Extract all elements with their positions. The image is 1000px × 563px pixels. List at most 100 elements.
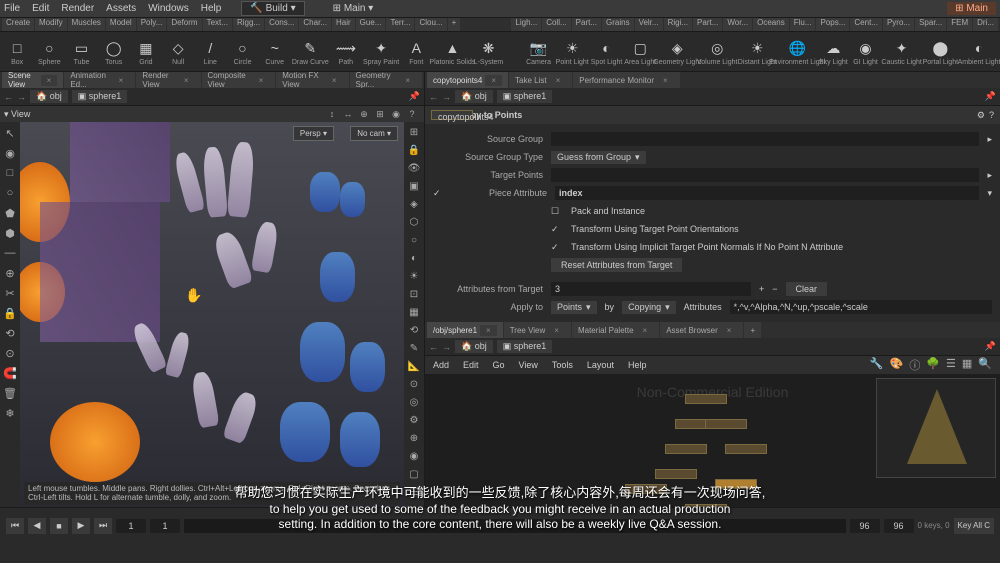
attrs-from-target-field[interactable]: 3 (551, 282, 751, 296)
shelf-item-grid[interactable]: ▦Grid (131, 34, 161, 69)
shelf-tab[interactable]: Cent... (850, 18, 882, 31)
viewport-tool[interactable]: ▣ (404, 178, 424, 194)
shelf-item-ambient-light[interactable]: ◐Ambient Light (960, 34, 998, 69)
source-group-type-dropdown[interactable]: Guess from Group ▾ (551, 151, 646, 164)
last-frame-button[interactable]: ⏭ (94, 518, 112, 534)
minus-icon[interactable]: − (772, 284, 777, 294)
shelf-item-draw-curve[interactable]: ✎Draw Curve (292, 34, 329, 69)
path-node[interactable]: ▣ sphere1 (497, 340, 553, 353)
shelf-item-font[interactable]: AFont (401, 34, 431, 69)
play-button[interactable]: ▶ (72, 518, 90, 534)
desktop-dropdown[interactable]: ⊞ Main ▾ (325, 2, 382, 15)
shelf-item-l-system[interactable]: ❋L-System (473, 34, 503, 69)
shelf-item-tube[interactable]: ▭Tube (66, 34, 96, 69)
panel-tab[interactable]: Tree View × (504, 322, 571, 338)
tree-icon[interactable]: 🌳 (926, 357, 940, 373)
palette-icon[interactable]: 🎨 (890, 357, 904, 373)
persp-dropdown[interactable]: Persp ▾ (293, 126, 334, 141)
shelf-item-volume-light[interactable]: ◎Volume Light (698, 34, 736, 69)
panel-tab[interactable]: Take List × (509, 72, 572, 88)
shelf-item-path[interactable]: ⟿Path (331, 34, 361, 69)
net-menu-add[interactable]: Add (433, 360, 449, 370)
chooser-icon[interactable]: ▸ (987, 170, 992, 181)
viewport-tool[interactable]: ✂ (0, 284, 20, 302)
shelf-tab[interactable]: Rigi... (664, 18, 692, 31)
shelf-item-caustic-light[interactable]: ✦Caustic Light (883, 34, 921, 69)
panel-tab[interactable]: Animation Ed... × (64, 72, 135, 88)
wrench-icon[interactable]: 🔧 (870, 357, 884, 373)
view-tool-2[interactable]: ↔ (340, 109, 356, 119)
nav-back[interactable]: ← (429, 92, 438, 102)
menu-assets[interactable]: Assets (106, 3, 136, 14)
shelf-tab[interactable]: Grains (602, 18, 634, 31)
stop-button[interactable]: ■ (50, 518, 68, 534)
help-icon[interactable]: ? (989, 110, 994, 120)
shelf-item-portal-light[interactable]: ⬤Portal Light (923, 34, 958, 69)
panel-tab[interactable]: Performance Monitor × (573, 72, 679, 88)
viewport-tool[interactable]: 🗑 (0, 384, 20, 402)
path-node[interactable]: ▣ sphere1 (72, 90, 128, 103)
viewport-tool[interactable]: ◎ (404, 394, 424, 410)
viewport-tool[interactable]: ⬢ (0, 224, 20, 242)
node[interactable] (665, 444, 707, 454)
panel-tab[interactable]: Material Palette × (572, 322, 659, 338)
shelf-tab[interactable]: Create (2, 18, 34, 31)
timeline-track[interactable] (184, 519, 846, 533)
attributes-field[interactable]: *,^v,^Alpha,^N,^up,^pscale,^scale (730, 300, 992, 314)
shelf-item-area-light[interactable]: ▢Area Light (624, 34, 656, 69)
nav-fwd[interactable]: → (442, 92, 451, 102)
transform-orient-checkbox[interactable]: ✓ (551, 224, 563, 235)
viewport-tool[interactable]: ◉ (0, 144, 20, 162)
shelf-tab[interactable]: Pyro... (883, 18, 914, 31)
target-points-field[interactable] (551, 168, 979, 182)
node[interactable] (685, 394, 727, 404)
plus-icon[interactable]: + (759, 284, 764, 294)
path-obj[interactable]: 🏠 obj (455, 340, 493, 353)
shelf-item-circle[interactable]: ○Circle (227, 34, 257, 69)
viewport[interactable]: Persp ▾ No cam ▾ (20, 122, 404, 507)
view-tool-4[interactable]: ⊞ (372, 109, 388, 120)
menu-render[interactable]: Render (61, 3, 94, 14)
net-menu-help[interactable]: Help (628, 360, 647, 370)
shelf-tab[interactable]: FEM (947, 18, 972, 31)
shelf-tab[interactable]: Flu... (790, 18, 816, 31)
panel-tab[interactable]: + (744, 322, 761, 338)
shelf-item-gi-light[interactable]: ◉GI Light (850, 34, 880, 69)
viewport-tool[interactable]: ◐ (404, 250, 424, 266)
shelf-tab[interactable]: Terr... (386, 18, 414, 31)
info-icon[interactable]: ⓘ (909, 357, 920, 373)
net-menu-layout[interactable]: Layout (587, 360, 614, 370)
pin-icon[interactable]: 📌 (985, 91, 996, 102)
node[interactable] (725, 444, 767, 454)
shelf-item-point-light[interactable]: ☀Point Light (556, 34, 589, 69)
panel-tab[interactable]: Motion FX View × (276, 72, 348, 88)
piece-attr-field[interactable]: index (555, 186, 979, 200)
shelf-item-geometry-light[interactable]: ◈Geometry Light (658, 34, 696, 69)
prev-frame-button[interactable]: ◀ (28, 518, 46, 534)
net-menu-go[interactable]: Go (493, 360, 505, 370)
first-frame-button[interactable]: ⏮ (6, 518, 24, 534)
nav-fwd[interactable]: → (442, 342, 451, 352)
shelf-tab[interactable]: + (448, 18, 461, 31)
viewport-tool[interactable]: — (0, 244, 20, 262)
shelf-tab[interactable]: Part... (693, 18, 722, 31)
key-all-button[interactable]: Key All C (954, 518, 994, 534)
shelf-tab[interactable]: Dri... (973, 18, 998, 31)
nav-back[interactable]: ← (4, 92, 13, 102)
viewport-tool[interactable]: ↖ (0, 124, 20, 142)
view-tool-6[interactable]: ? (404, 109, 420, 119)
shelf-tab[interactable]: Pops... (816, 18, 849, 31)
panel-tab[interactable]: copytopoints4 × (427, 72, 508, 88)
shelf-item-null[interactable]: ◇Null (163, 34, 193, 69)
panel-tab[interactable]: /obj/sphere1 × (427, 322, 503, 338)
pack-checkbox[interactable]: ☐ (551, 206, 563, 217)
panel-tab[interactable]: Geometry Spr... × (350, 72, 422, 88)
shelf-tab[interactable]: Hair (332, 18, 355, 31)
shelf-item-spray-paint[interactable]: ✦Spray Paint (363, 34, 399, 69)
shelf-item-sky-light[interactable]: ☁Sky Light (818, 34, 848, 69)
nav-back[interactable]: ← (429, 342, 438, 352)
view-tool-3[interactable]: ⊕ (356, 109, 372, 120)
viewport-tool[interactable]: 🔒 (404, 142, 424, 158)
shelf-item-sphere[interactable]: ○Sphere (34, 34, 64, 69)
node[interactable] (715, 479, 757, 489)
